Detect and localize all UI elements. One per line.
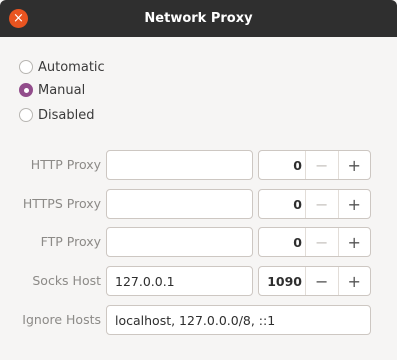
ftp-proxy-host-field[interactable] xyxy=(106,227,253,257)
socks-port-value[interactable]: 1090 xyxy=(259,267,305,295)
decrement-button[interactable]: − xyxy=(305,267,338,295)
mode-manual[interactable]: Manual xyxy=(19,81,85,99)
increment-button[interactable]: + xyxy=(337,190,371,218)
https-proxy-port-spinner[interactable]: 0 − + xyxy=(258,189,371,219)
radio-icon[interactable] xyxy=(19,108,33,122)
http-proxy-port-spinner[interactable]: 0 − + xyxy=(258,150,371,180)
mode-manual-label: Manual xyxy=(38,82,86,98)
http-proxy-label: HTTP Proxy xyxy=(30,157,101,172)
increment-button[interactable]: + xyxy=(337,267,371,295)
ftp-proxy-port-spinner[interactable]: 0 − + xyxy=(258,227,371,257)
http-proxy-port-value[interactable]: 0 xyxy=(259,151,305,179)
decrement-button[interactable]: − xyxy=(305,151,338,179)
http-proxy-host-field[interactable] xyxy=(106,150,253,180)
decrement-button[interactable]: − xyxy=(305,190,338,218)
ignore-hosts-field[interactable]: localhost, 127.0.0.0/8, ::1 xyxy=(106,305,371,335)
titlebar: × Network Proxy xyxy=(0,0,397,37)
socks-host-field[interactable]: 127.0.0.1 xyxy=(106,266,253,296)
mode-disabled-label: Disabled xyxy=(38,107,95,123)
ftp-proxy-label: FTP Proxy xyxy=(40,234,101,249)
ignore-hosts-label: Ignore Hosts xyxy=(22,312,101,327)
mode-automatic-label: Automatic xyxy=(38,59,105,75)
socks-host-label: Socks Host xyxy=(32,273,101,288)
ftp-proxy-port-value[interactable]: 0 xyxy=(259,228,305,256)
radio-icon[interactable] xyxy=(19,60,33,74)
window-title: Network Proxy xyxy=(144,11,253,26)
mode-automatic[interactable]: Automatic xyxy=(19,58,105,76)
decrement-button[interactable]: − xyxy=(305,228,338,256)
socks-port-spinner[interactable]: 1090 − + xyxy=(258,266,371,296)
https-proxy-label: HTTPS Proxy xyxy=(22,196,101,211)
https-proxy-port-value[interactable]: 0 xyxy=(259,190,305,218)
increment-button[interactable]: + xyxy=(337,228,371,256)
increment-button[interactable]: + xyxy=(337,151,371,179)
https-proxy-host-field[interactable] xyxy=(106,189,253,219)
radio-checked-icon[interactable] xyxy=(19,83,33,97)
mode-disabled[interactable]: Disabled xyxy=(19,106,94,124)
